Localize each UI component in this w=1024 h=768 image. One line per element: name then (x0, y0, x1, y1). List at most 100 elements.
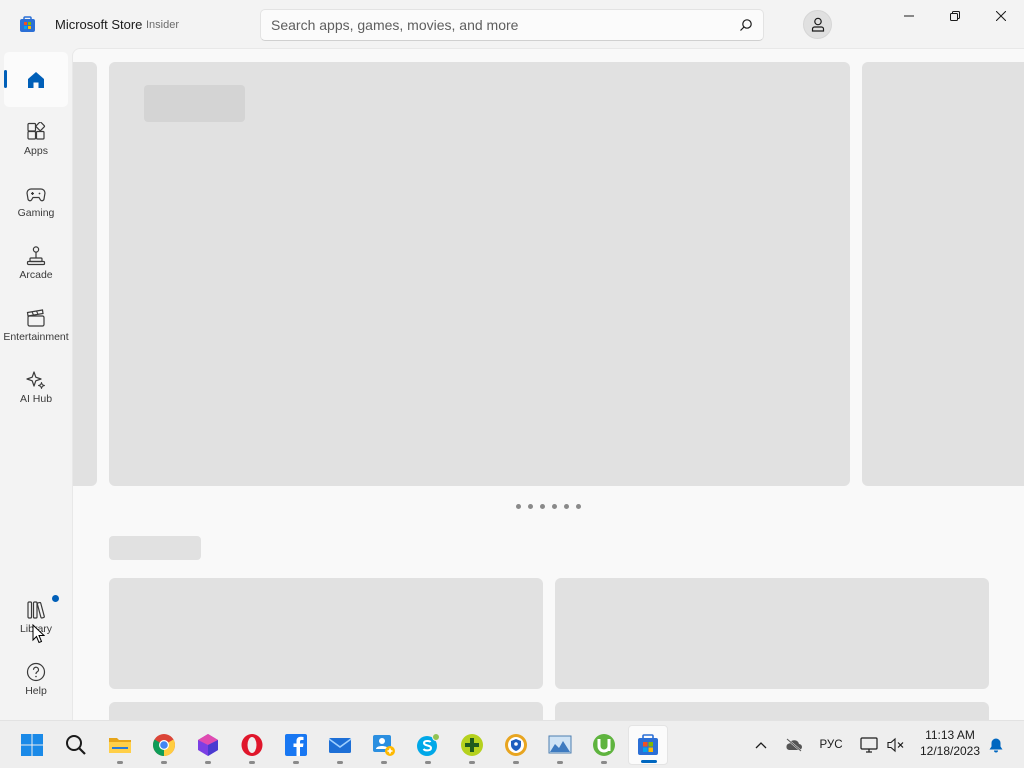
running-indicator (601, 761, 607, 764)
bell-icon (989, 738, 1003, 753)
hero-card-next-skeleton[interactable] (862, 62, 1024, 486)
carousel-dot[interactable] (576, 504, 581, 509)
running-indicator (249, 761, 255, 764)
minimize-icon (904, 15, 914, 17)
library-notification-dot (52, 595, 59, 602)
carousel-dot[interactable] (540, 504, 545, 509)
sidebar-item-entertainment[interactable]: Entertainment (3, 302, 69, 360)
carousel-dot[interactable] (564, 504, 569, 509)
close-icon (996, 11, 1006, 21)
running-indicator (161, 761, 167, 764)
gem-app-icon (198, 734, 218, 756)
plus-app-icon (461, 734, 483, 756)
home-page-content (72, 48, 1024, 720)
taskbar-app-opera[interactable] (232, 725, 272, 765)
sidebar-item-label: Gaming (17, 207, 55, 219)
sidebar-item-help[interactable]: Help (4, 656, 68, 714)
network-icon (860, 737, 878, 753)
person-icon (811, 17, 825, 32)
taskbar-search-button[interactable] (56, 725, 96, 765)
input-language-indicator[interactable]: РУС (814, 735, 848, 755)
taskbar-app-chrome[interactable] (144, 725, 184, 765)
help-icon (26, 662, 46, 682)
navigation-sidebar: Apps Gaming Arcade Entertainment AI Hub … (0, 48, 72, 720)
sidebar-item-arcade[interactable]: Arcade (4, 240, 68, 298)
running-indicator (205, 761, 211, 764)
hero-card-previous-skeleton[interactable] (73, 62, 97, 486)
network-button[interactable] (857, 735, 881, 755)
sidebar-item-label: Arcade (19, 269, 53, 281)
clock-date: 12/18/2023 (919, 744, 981, 758)
volume-button[interactable] (884, 735, 908, 755)
taskbar-app-shield[interactable] (496, 725, 536, 765)
chrome-icon (153, 734, 175, 756)
carousel-dot[interactable] (552, 504, 557, 509)
taskbar-app-utorrent[interactable] (584, 725, 624, 765)
clock-button[interactable]: 11:13 AM 12/18/2023 (913, 727, 987, 759)
notifications-button[interactable] (986, 735, 1006, 755)
shield-app-icon (505, 734, 527, 756)
title-bar: Microsoft Store Insider (0, 0, 1024, 48)
home-icon (28, 72, 44, 88)
taskbar-app-skype[interactable] (408, 725, 448, 765)
search-input[interactable] (271, 10, 721, 40)
cloud-offline-icon (786, 738, 802, 752)
search-icon (66, 735, 86, 755)
utorrent-icon (593, 734, 615, 756)
running-indicator (641, 760, 657, 763)
clock-time: 11:13 AM (925, 728, 975, 742)
sidebar-item-apps[interactable]: Apps (4, 116, 68, 174)
running-indicator (425, 761, 431, 764)
close-button[interactable] (978, 0, 1024, 32)
volume-muted-icon (887, 737, 904, 753)
selection-indicator (4, 70, 7, 88)
taskbar: РУС 11:13 AM 12/18/2023 (0, 720, 1024, 768)
section-title-skeleton (109, 536, 201, 560)
content-card-skeleton[interactable] (109, 702, 543, 720)
taskbar-app-microsoft-store[interactable] (628, 725, 668, 765)
onedrive-button[interactable] (782, 735, 806, 755)
content-card-skeleton[interactable] (555, 578, 989, 689)
minimize-button[interactable] (886, 0, 932, 32)
facebook-icon (285, 734, 307, 756)
hero-card-skeleton[interactable] (109, 62, 850, 486)
skype-icon (417, 733, 440, 756)
show-hidden-icons-button[interactable] (750, 735, 772, 755)
sidebar-item-ai-hub[interactable]: AI Hub (4, 364, 68, 422)
taskbar-app-contacts[interactable] (364, 725, 404, 765)
search-icon[interactable] (739, 18, 753, 32)
clapperboard-icon (26, 309, 45, 327)
running-indicator (469, 761, 475, 764)
carousel-dot[interactable] (516, 504, 521, 509)
start-icon (21, 734, 43, 756)
library-icon (27, 601, 45, 619)
account-avatar-button[interactable] (803, 10, 832, 39)
restore-icon (950, 11, 960, 21)
content-card-skeleton[interactable] (555, 702, 989, 720)
taskbar-app-mail[interactable] (320, 725, 360, 765)
file-explorer-icon (109, 738, 131, 753)
apps-icon (27, 122, 46, 140)
running-indicator (557, 761, 563, 764)
contacts-icon (373, 735, 395, 756)
carousel-dot[interactable] (528, 504, 533, 509)
taskbar-app-file-explorer[interactable] (100, 725, 140, 765)
sidebar-item-gaming[interactable]: Gaming (4, 178, 68, 236)
running-indicator (513, 761, 519, 764)
taskbar-app-plus[interactable] (452, 725, 492, 765)
content-card-skeleton[interactable] (109, 578, 543, 689)
microsoft-store-icon (638, 734, 658, 755)
taskbar-app-image-viewer[interactable] (540, 725, 580, 765)
search-box[interactable] (260, 9, 764, 41)
app-title: Microsoft Store (55, 17, 143, 32)
taskbar-app-facebook[interactable] (276, 725, 316, 765)
running-indicator (117, 761, 123, 764)
taskbar-app-gem[interactable] (188, 725, 228, 765)
gamepad-icon (26, 188, 46, 202)
restore-button[interactable] (932, 0, 978, 32)
sidebar-item-label: AI Hub (19, 393, 53, 405)
sparkle-icon (26, 371, 45, 389)
start-button[interactable] (12, 725, 52, 765)
running-indicator (337, 761, 343, 764)
sidebar-item-home[interactable] (4, 52, 68, 107)
